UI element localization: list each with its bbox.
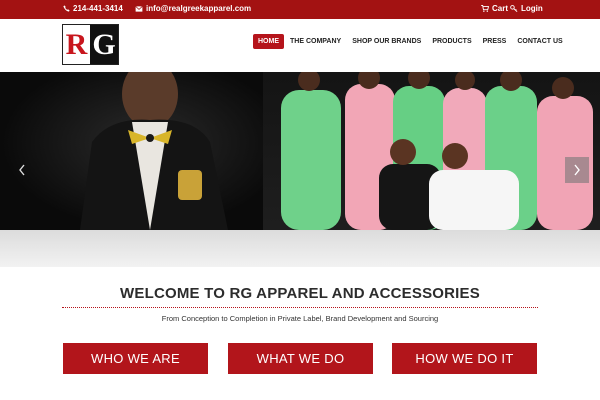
hero-slider (0, 72, 600, 230)
nav-item-home[interactable]: HOME (253, 34, 284, 49)
login-label[interactable]: Login (521, 4, 543, 13)
chevron-right-icon (574, 164, 580, 176)
email-address[interactable]: info@realgreekapparel.com (146, 4, 251, 13)
nav-item-press[interactable]: PRESS (478, 34, 512, 49)
gray-band (0, 230, 600, 267)
hero-photo-man (0, 72, 263, 230)
envelope-icon (135, 5, 143, 12)
phone-icon (63, 5, 70, 12)
nav-item-products[interactable]: PRODUCTS (427, 34, 476, 49)
slider-prev-button[interactable] (10, 157, 34, 183)
top-bar: 214-441-3414 info@realgreekapparel.com C… (0, 0, 600, 19)
how-we-do-it-button[interactable]: HOW WE DO IT (392, 343, 537, 374)
logo-letter-r: R (63, 25, 90, 64)
hero-photo-group (263, 72, 600, 230)
site-logo[interactable]: R G (62, 24, 119, 65)
welcome-heading: WELCOME TO RG APPAREL AND ACCESSORIES (120, 285, 480, 302)
logo-letter-g: G (90, 25, 118, 64)
what-we-do-button[interactable]: WHAT WE DO (228, 343, 373, 374)
main-nav: HOME THE COMPANY SHOP OUR BRANDS PRODUCT… (253, 34, 569, 49)
login-link[interactable]: Login (510, 4, 543, 13)
cart-link[interactable]: Cart (481, 4, 508, 13)
phone-number[interactable]: 214-441-3414 (73, 4, 123, 13)
site-header: R G HOME THE COMPANY SHOP OUR BRANDS PRO… (0, 19, 600, 72)
chevron-left-icon (19, 164, 25, 176)
key-icon (510, 5, 518, 12)
who-we-are-button[interactable]: WHO WE ARE (63, 343, 208, 374)
nav-item-the-company[interactable]: THE COMPANY (285, 34, 346, 49)
phone-contact[interactable]: 214-441-3414 (63, 4, 123, 13)
group-in-blazers-image (281, 72, 593, 230)
nav-item-shop-our-brands[interactable]: SHOP OUR BRANDS (347, 34, 426, 49)
cart-label[interactable]: Cart (492, 4, 508, 13)
man-in-blazer-image (80, 72, 228, 230)
slider-next-button[interactable] (565, 157, 589, 183)
email-contact[interactable]: info@realgreekapparel.com (135, 4, 251, 13)
cart-icon (481, 5, 489, 12)
nav-item-contact-us[interactable]: CONTACT US (512, 34, 567, 49)
heading-divider (62, 307, 538, 308)
welcome-tagline: From Conception to Completion in Private… (161, 314, 439, 323)
